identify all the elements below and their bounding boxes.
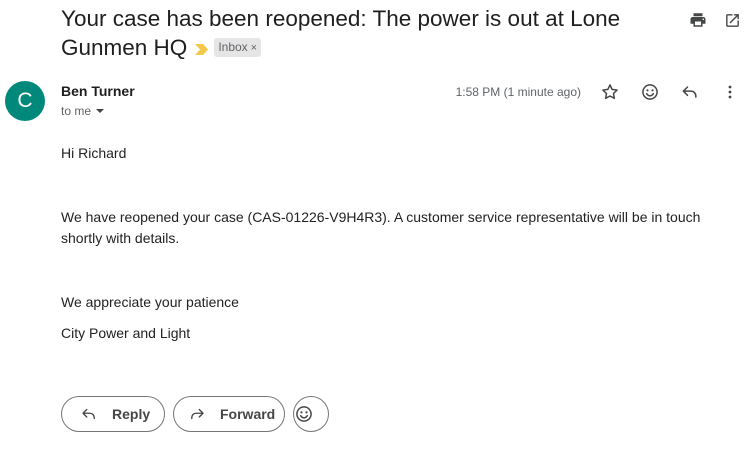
- print-icon[interactable]: [687, 9, 709, 31]
- closing-line: We appreciate your patience: [61, 294, 239, 310]
- email-subject: Your case has been reopened: The power i…: [61, 4, 661, 64]
- recipient-text: to me: [61, 104, 92, 118]
- star-icon[interactable]: [596, 80, 624, 104]
- emoji-icon: [296, 406, 312, 422]
- message-timestamp: 1:58 PM (1 minute ago): [455, 85, 581, 99]
- signature: City Power and Light: [61, 325, 191, 341]
- body-paragraph: We have reopened your case (CAS-01226-V9…: [61, 209, 701, 246]
- emoji-react-button[interactable]: [293, 396, 329, 432]
- label-text: Inbox: [218, 39, 248, 54]
- inbox-label-chip: Inbox ×: [214, 37, 262, 57]
- caret-down-icon: [96, 109, 105, 113]
- greeting: Hi Richard: [61, 145, 127, 161]
- avatar-letter: C: [17, 89, 33, 112]
- forward-icon: [191, 408, 204, 420]
- forward-button[interactable]: Forward: [173, 396, 285, 432]
- reply-button[interactable]: Reply: [61, 396, 165, 432]
- subject-text: Your case has been reopened: The power i…: [61, 6, 621, 60]
- reply-button-label: Reply: [112, 406, 151, 422]
- more-vert-icon[interactable]: [716, 80, 744, 104]
- reply-icon: [82, 408, 95, 420]
- forward-button-label: Forward: [220, 406, 276, 422]
- recipient-details-toggle[interactable]: to me: [61, 104, 105, 118]
- remove-label-icon[interactable]: ×: [251, 42, 257, 54]
- importance-marker-icon[interactable]: [195, 33, 209, 62]
- emoji-reaction-icon[interactable]: [636, 80, 664, 104]
- open-in-new-window-icon[interactable]: [721, 9, 743, 31]
- thread-actions: [687, 9, 743, 31]
- sender-name[interactable]: Ben Turner: [61, 83, 135, 99]
- message-actions: [596, 80, 744, 104]
- reply-icon[interactable]: [676, 80, 704, 104]
- sender-avatar[interactable]: C: [5, 81, 45, 121]
